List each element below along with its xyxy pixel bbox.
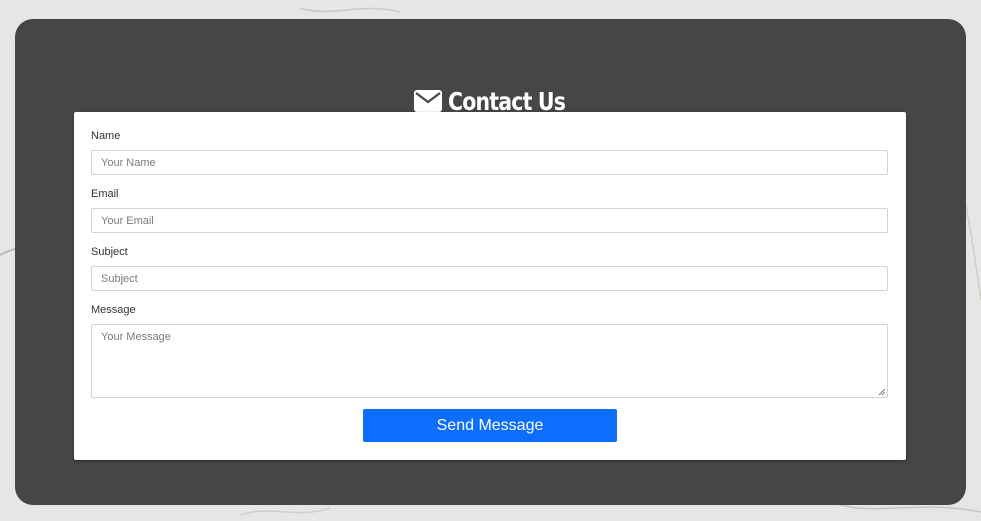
message-textarea[interactable]: Your Message bbox=[91, 324, 888, 398]
contact-form: Name Your Name Email Your Email Subject … bbox=[74, 112, 906, 460]
message-placeholder: Your Message bbox=[101, 331, 171, 343]
message-label: Message bbox=[91, 304, 136, 316]
subject-input[interactable]: Subject bbox=[91, 266, 888, 291]
name-label: Name bbox=[91, 130, 121, 142]
resize-handle-icon[interactable] bbox=[878, 388, 886, 396]
email-label: Email bbox=[91, 188, 119, 200]
send-message-button[interactable]: Send Message bbox=[363, 409, 617, 442]
subject-label: Subject bbox=[91, 246, 128, 258]
name-placeholder: Your Name bbox=[101, 157, 156, 169]
contact-panel: Contact Us Name Your Name Email Your Ema… bbox=[15, 19, 966, 505]
envelope-icon bbox=[413, 90, 442, 112]
email-placeholder: Your Email bbox=[101, 215, 154, 227]
name-input[interactable]: Your Name bbox=[91, 150, 888, 175]
subject-placeholder: Subject bbox=[101, 273, 138, 285]
email-input[interactable]: Your Email bbox=[91, 208, 888, 233]
